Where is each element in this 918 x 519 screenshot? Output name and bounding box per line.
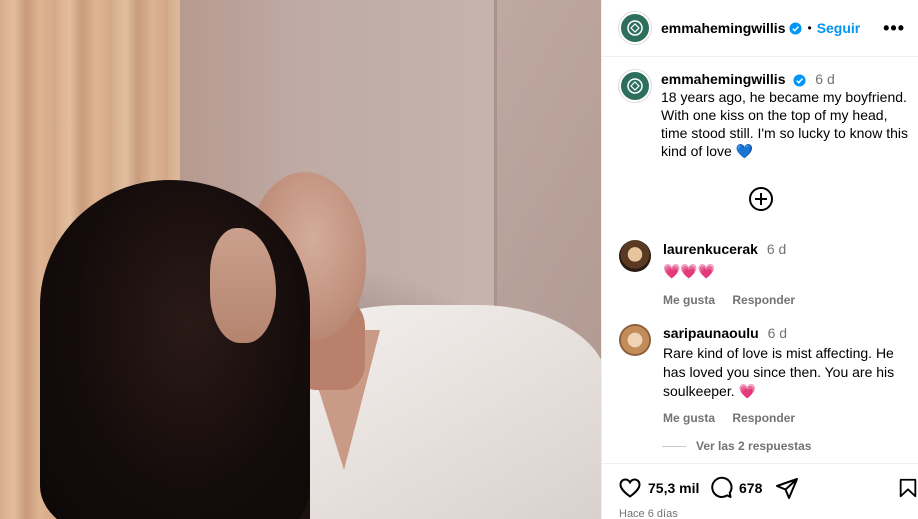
post-photo[interactable] — [0, 0, 601, 519]
logo-icon — [627, 78, 643, 94]
comment-icon — [711, 476, 733, 498]
comment-time[interactable]: 6 d — [768, 325, 787, 341]
comment-text: Rare kind of love is mist affecting. He … — [663, 345, 895, 399]
comment-username[interactable]: laurenkucerak — [663, 241, 758, 257]
woman-hair — [40, 180, 310, 519]
verified-icon — [789, 21, 803, 35]
share-button[interactable] — [775, 476, 799, 500]
post-sidebar: emmahemingwillis • Seguir ••• emmaheming… — [601, 0, 918, 519]
caption-text: 18 years ago, he became my boyfriend. Wi… — [661, 89, 908, 159]
view-replies-button[interactable]: Ver las 2 respuestas — [662, 439, 811, 453]
comment-item: saripaunaoulu 6 d Rare kind of love is m… — [619, 324, 909, 428]
logo-icon — [627, 20, 643, 36]
view-replies-label: Ver las 2 respuestas — [696, 439, 812, 453]
comment-time[interactable]: 6 d — [767, 241, 786, 257]
comment-button[interactable]: 678 — [709, 476, 762, 500]
post-header: emmahemingwillis • Seguir ••• — [602, 0, 918, 57]
header-username[interactable]: emmahemingwillis — [661, 20, 785, 36]
like-comment-button[interactable]: Me gusta — [663, 411, 715, 425]
comments-count[interactable]: 678 — [739, 480, 762, 496]
like-button[interactable]: 75,3 mil — [618, 476, 699, 500]
comment-item: laurenkucerak 6 d 💗💗💗 Me gusta Responder — [619, 240, 909, 310]
heart-icon — [619, 478, 641, 498]
caption-username[interactable]: emmahemingwillis — [661, 71, 785, 87]
verified-icon — [793, 74, 806, 87]
replies-divider — [662, 445, 686, 447]
avatar[interactable] — [619, 324, 651, 356]
share-icon — [776, 478, 798, 499]
bookmark-icon — [899, 478, 917, 498]
more-options-icon[interactable]: ••• — [883, 18, 905, 39]
likes-count[interactable]: 75,3 mil — [648, 480, 699, 496]
caption-avatar[interactable] — [619, 70, 651, 102]
profile-avatar[interactable] — [619, 12, 651, 44]
reply-button[interactable]: Responder — [732, 293, 795, 307]
comment-text: 💗💗💗 — [663, 263, 716, 279]
separator-dot: • — [807, 21, 812, 35]
add-comment-icon[interactable] — [749, 187, 773, 211]
follow-button[interactable]: Seguir — [817, 20, 861, 36]
like-comment-button[interactable]: Me gusta — [663, 293, 715, 307]
avatar[interactable] — [619, 240, 651, 272]
post-date: Hace 6 días — [619, 508, 678, 519]
reply-button[interactable]: Responder — [732, 411, 795, 425]
save-button[interactable] — [897, 476, 918, 500]
post-caption: emmahemingwillis 6 d 18 years ago, he be… — [619, 70, 909, 160]
caption-time[interactable]: 6 d — [815, 71, 834, 87]
comment-username[interactable]: saripaunaoulu — [663, 325, 759, 341]
